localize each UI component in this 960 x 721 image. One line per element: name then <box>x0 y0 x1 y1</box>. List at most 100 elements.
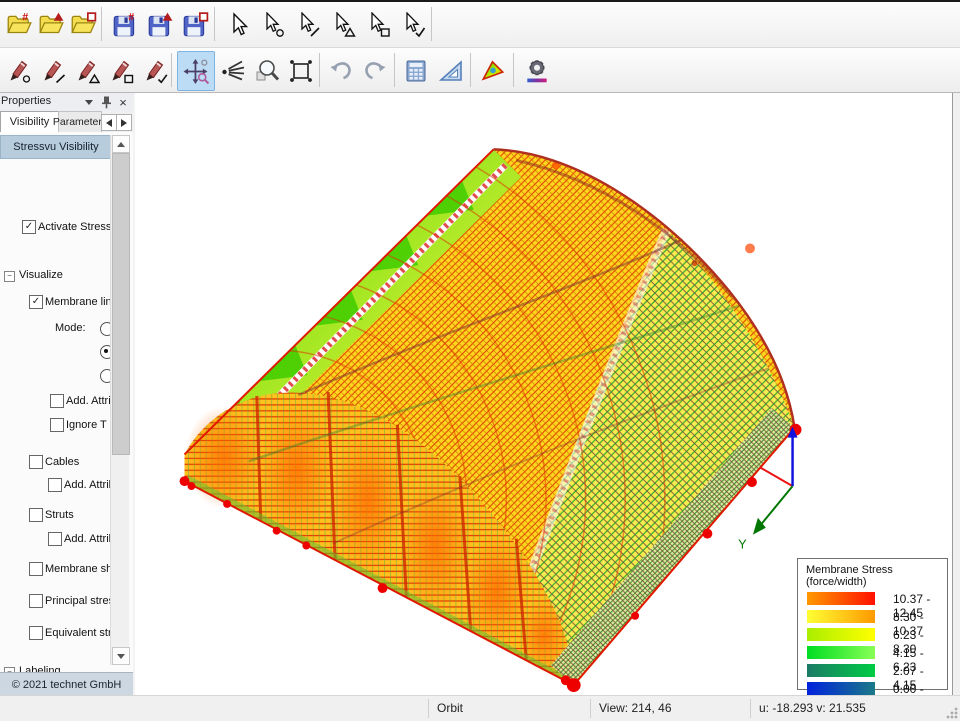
toolbar-separator <box>319 53 320 87</box>
struts-checkbox[interactable] <box>29 508 43 522</box>
stress-settings-button[interactable] <box>520 51 554 91</box>
undo-icon <box>328 58 354 84</box>
toolbar-separator <box>101 7 102 41</box>
set-square-icon <box>438 58 464 84</box>
membrane-links-checkbox[interactable]: ✓ <box>29 295 43 309</box>
zoom-tool-button[interactable] <box>250 51 284 91</box>
status-mode: Orbit <box>437 701 463 715</box>
svg-text:#: # <box>128 12 134 24</box>
cursor-line-icon <box>295 12 321 38</box>
chevron-down-icon[interactable] <box>82 95 96 109</box>
properties-panel: Properties × Visibility Parameters Stres… <box>0 93 137 695</box>
rays-icon <box>220 58 246 84</box>
view-flag-button[interactable] <box>476 51 510 91</box>
legend-entry: 8.30 - 10.37 <box>807 608 947 626</box>
tab-parameters[interactable]: Parameters <box>58 111 102 132</box>
legend-color-swatch <box>807 664 875 677</box>
save-hash-button[interactable]: # <box>108 5 142 45</box>
legend-color-swatch <box>807 682 875 695</box>
set-square-button[interactable] <box>434 51 468 91</box>
pencil-square-icon <box>108 58 134 84</box>
toolbar-draw-view <box>0 48 960 93</box>
magnifier-icon <box>254 58 280 84</box>
draw-check-button[interactable] <box>138 51 172 91</box>
legend-rows: 10.37 - 12.458.30 - 10.376.23 - 8.304.15… <box>798 590 947 698</box>
select-check-button[interactable] <box>396 5 430 45</box>
equivalent-stress-checkbox[interactable] <box>29 626 43 640</box>
add-attrib-membrane-checkbox[interactable] <box>50 394 64 408</box>
status-bar: Orbit View: 214, 46 u: -18.293 v: 21.535 <box>0 695 960 721</box>
toolbar-separator <box>171 53 172 87</box>
stress-legend: Membrane Stress (force/width) 10.37 - 12… <box>797 558 948 690</box>
draw-line-button[interactable] <box>36 51 70 91</box>
redo-button[interactable] <box>358 51 392 91</box>
calculator-icon <box>403 58 429 84</box>
legend-entry: 2.07 - 4.15 <box>807 662 947 680</box>
orbit-tool-button[interactable] <box>177 51 215 91</box>
activate-stressvu-checkbox[interactable]: ✓ <box>22 220 36 234</box>
toolbar-file-select: # # <box>0 2 960 48</box>
scrollbar-thumb[interactable] <box>112 153 130 455</box>
labeling-section-label: Labeling <box>19 665 61 672</box>
pencil-line-icon <box>40 58 66 84</box>
pencil-check-icon <box>142 58 168 84</box>
stressvu-header: Stressvu Visibility <box>0 135 112 159</box>
select-circle-button[interactable] <box>256 5 290 45</box>
zoom-window-icon <box>288 58 314 84</box>
panel-titlebar[interactable]: Properties × <box>0 93 133 112</box>
calculator-button[interactable] <box>399 51 433 91</box>
cursor-circle-icon <box>260 12 286 38</box>
ignore-t-elements-checkbox[interactable] <box>50 418 64 432</box>
legend-entry: 4.15 - 6.23 <box>807 644 947 662</box>
add-attrib-cables-checkbox[interactable] <box>48 478 62 492</box>
svg-text:#: # <box>22 12 28 24</box>
select-quad-button[interactable] <box>361 5 395 45</box>
add-attrib-struts-checkbox[interactable] <box>48 532 62 546</box>
draw-quad-button[interactable] <box>104 51 138 91</box>
visualize-section-label: Visualize <box>19 269 63 281</box>
undo-button[interactable] <box>324 51 358 91</box>
tab-visibility[interactable]: Visibility <box>0 111 59 132</box>
select-triangle-button[interactable] <box>326 5 360 45</box>
redo-icon <box>362 58 388 84</box>
legend-title: Membrane Stress (force/width) <box>806 564 947 588</box>
viewport-canvas[interactable]: Y Membrane Stress (force/width) 10.37 - … <box>135 93 953 695</box>
collapse-visualize-icon[interactable]: − <box>4 271 15 282</box>
tab-scroll-left-icon[interactable] <box>101 114 117 131</box>
rays-tool-button[interactable] <box>216 51 250 91</box>
cursor-check-icon <box>400 12 426 38</box>
principal-stresses-checkbox[interactable] <box>29 594 43 608</box>
pin-icon[interactable] <box>99 95 113 109</box>
cursor-square-icon <box>365 12 391 38</box>
zoom-window-tool-button[interactable] <box>284 51 318 91</box>
resize-grip[interactable] <box>946 707 958 719</box>
scroll-up-icon[interactable] <box>112 135 130 153</box>
close-icon[interactable]: × <box>116 95 130 109</box>
legend-entry: 6.23 - 8.30 <box>807 626 947 644</box>
tab-scroll-right-icon[interactable] <box>116 114 132 131</box>
scroll-down-icon[interactable] <box>112 647 130 665</box>
panel-content: Stressvu Visibility ✓ Activate Stressvu … <box>0 132 133 672</box>
pencil-circle-icon <box>6 58 32 84</box>
toolbar-separator <box>470 53 471 87</box>
select-button[interactable] <box>221 5 255 45</box>
save-triangle-button[interactable] <box>143 5 177 45</box>
draw-circle-button[interactable] <box>2 51 36 91</box>
save-icon: # <box>111 11 139 39</box>
panel-scrollbar[interactable] <box>110 135 129 665</box>
mode-label: Mode: <box>55 322 86 334</box>
membrane-shear-checkbox[interactable] <box>29 562 43 576</box>
cables-label: Cables <box>45 456 79 468</box>
draw-triangle-button[interactable] <box>70 51 104 91</box>
select-line-button[interactable] <box>291 5 325 45</box>
cursor-icon <box>225 12 251 38</box>
open-triangle-button[interactable] <box>34 5 68 45</box>
cables-checkbox[interactable] <box>29 455 43 469</box>
open-square-button[interactable] <box>66 5 100 45</box>
panel-tabstrip: Visibility Parameters <box>0 111 133 133</box>
copyright-text: © 2021 technet GmbH <box>12 679 122 691</box>
legend-entry: 10.37 - 12.45 <box>807 590 947 608</box>
toolbar-separator <box>394 53 395 87</box>
save-square-button[interactable] <box>178 5 212 45</box>
open-hash-button[interactable]: # <box>2 5 36 45</box>
